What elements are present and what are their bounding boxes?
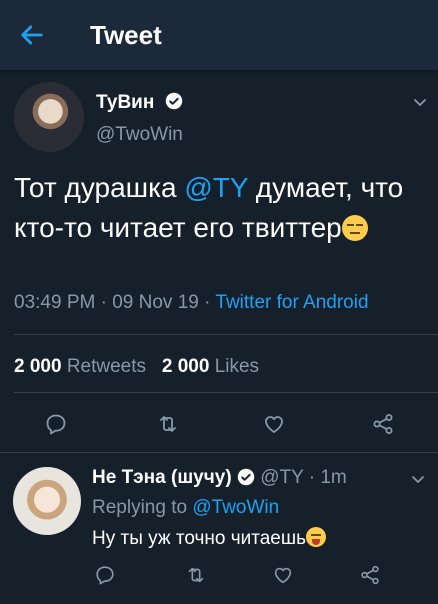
share-icon[interactable] — [359, 564, 381, 586]
tweet-date: 09 Nov 19 — [112, 292, 199, 313]
tweet-source-link[interactable]: Twitter for Android — [215, 292, 368, 313]
like-icon[interactable] — [272, 564, 294, 586]
divider — [14, 334, 438, 335]
retweets-count: 2 000 — [14, 356, 62, 377]
reply-icon[interactable] — [44, 412, 68, 436]
retweet-icon[interactable] — [185, 564, 207, 586]
retweets-stat[interactable]: 2 000 Retweets — [14, 356, 146, 377]
handle[interactable]: @TwoWin — [96, 124, 183, 146]
replying-to: Replying to @TwoWin — [92, 497, 279, 519]
tweet-text: Тот дурашка @TY думает, что кто-то читае… — [14, 168, 429, 248]
app-header — [0, 0, 438, 70]
separator: · — [100, 292, 107, 313]
reply-icon[interactable] — [94, 564, 116, 586]
page-title: Tweet — [90, 20, 162, 50]
separator: · — [308, 467, 316, 488]
reply-header: Не Тэна (шучу) @TY · 1m — [92, 467, 347, 489]
likes-stat[interactable]: 2 000 Likes — [162, 356, 259, 377]
likes-label: Likes — [214, 356, 260, 377]
avatar[interactable] — [14, 82, 84, 152]
verified-icon — [237, 468, 255, 486]
tweet-meta: 03:49 PM · 09 Nov 19 · Twitter for Andro… — [14, 292, 369, 314]
share-icon[interactable] — [371, 412, 395, 436]
tweet-text-part: Тот дурашка — [14, 172, 185, 203]
reply-time: 1m — [320, 467, 347, 488]
reply-avatar[interactable] — [13, 467, 81, 535]
back-arrow-icon[interactable] — [18, 21, 46, 49]
separator: · — [204, 292, 211, 313]
face-emoji-icon — [306, 527, 326, 547]
reply-display-name[interactable]: Не Тэна (шучу) — [92, 467, 232, 488]
retweet-icon[interactable] — [156, 412, 180, 436]
replying-to-label: Replying to — [92, 497, 188, 518]
reply-handle[interactable]: @TY — [260, 467, 303, 488]
likes-count: 2 000 — [161, 356, 210, 377]
verified-icon — [165, 92, 183, 110]
divider — [14, 392, 438, 393]
divider — [0, 452, 438, 453]
chevron-down-icon[interactable] — [412, 94, 428, 110]
retweets-label: Retweets — [66, 356, 147, 377]
like-icon[interactable] — [262, 412, 286, 436]
replying-to-link[interactable]: @TwoWin — [192, 497, 279, 518]
display-name[interactable]: ТуВин — [96, 92, 154, 114]
reply-text-content: Ну ты уж точно читаешь — [92, 528, 306, 549]
mention-link[interactable]: @TY — [184, 172, 248, 203]
chevron-down-icon[interactable] — [410, 471, 426, 487]
tweet-stats: 2 000 Retweets 2 000 Likes — [14, 356, 259, 378]
tweet-time: 03:49 PM — [14, 292, 96, 313]
reply-text: Ну ты уж точно читаешь — [92, 527, 326, 550]
unamused-face-emoji-icon — [341, 215, 368, 241]
